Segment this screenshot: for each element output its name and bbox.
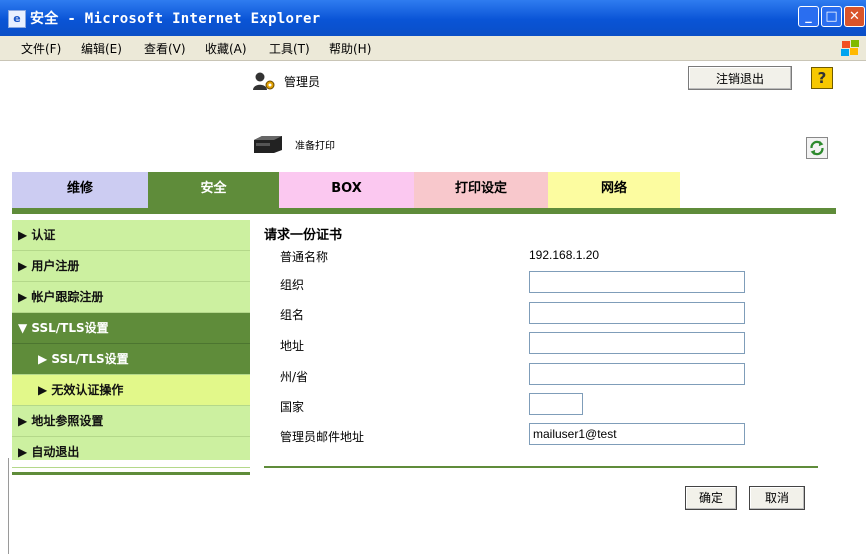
left-frame-edge [8, 458, 9, 554]
org-unit-input[interactable] [529, 302, 745, 324]
tab-network[interactable]: 网络 [548, 172, 680, 208]
country-label: 国家 [280, 400, 305, 414]
refresh-button[interactable] [806, 137, 828, 159]
state-input[interactable] [529, 363, 745, 385]
sidebar-subitem-ssl-tls-settings[interactable]: ▶ SSL/TLS设置 [12, 344, 250, 375]
form-divider [264, 466, 818, 468]
close-button[interactable]: ✕ [844, 6, 865, 27]
organization-label: 组织 [280, 278, 305, 292]
window-title: 安全 - Microsoft Internet Explorer [30, 11, 321, 27]
tab-print-settings[interactable]: 打印设定 [414, 172, 548, 208]
tab-underline [12, 208, 836, 214]
common-name-label: 普通名称 [280, 250, 329, 264]
ok-button[interactable]: 确定 [685, 486, 737, 510]
menu-file[interactable]: 文件(F) [21, 40, 61, 57]
maximize-button[interactable]: □ [821, 6, 842, 27]
title-bar: e 安全 - Microsoft Internet Explorer _ □ ✕ [0, 0, 866, 36]
menu-tools[interactable]: 工具(T) [269, 40, 310, 57]
menu-edit[interactable]: 编辑(E) [81, 40, 122, 57]
sidebar-item-authentication[interactable]: ▶ 认证 [12, 220, 250, 251]
tab-maintenance[interactable]: 维修 [12, 172, 148, 208]
page-content: 管理员 注销退出 ? 准备打印 维修 安全 BOX 打印设定 网络 ▶ 认证 ▶… [0, 61, 866, 554]
admin-email-input[interactable]: mailuser1@test [529, 423, 745, 445]
help-button[interactable]: ? [811, 67, 833, 89]
sidebar: ▶ 认证 ▶ 用户注册 ▶ 帐户跟踪注册 ▼ SSL/TLS设置 ▶ SSL/T… [12, 220, 250, 468]
admin-label: 管理员 [284, 75, 321, 89]
menu-view[interactable]: 查看(V) [144, 40, 186, 57]
sidebar-item-user-registration[interactable]: ▶ 用户注册 [12, 251, 250, 282]
form-heading: 请求一份证书 [264, 228, 343, 243]
org-unit-label: 组名 [280, 308, 305, 322]
cancel-button[interactable]: 取消 [749, 486, 805, 510]
menu-favorites[interactable]: 收藏(A) [205, 40, 247, 57]
organization-input[interactable] [529, 271, 745, 293]
sidebar-item-auto-logout[interactable]: ▶ 自动退出 [12, 437, 250, 468]
windows-logo-icon [840, 39, 860, 57]
tab-box[interactable]: BOX [279, 172, 414, 208]
sidebar-item-address-reference[interactable]: ▶ 地址参照设置 [12, 406, 250, 437]
sidebar-subitem-invalid-cert-action[interactable]: ▶ 无效认证操作 [12, 375, 250, 406]
address-input[interactable] [529, 332, 745, 354]
sidebar-item-ssl-tls[interactable]: ▼ SSL/TLS设置 [12, 313, 250, 344]
tab-security[interactable]: 安全 [148, 172, 279, 208]
sidebar-item-account-track[interactable]: ▶ 帐户跟踪注册 [12, 282, 250, 313]
logout-button[interactable]: 注销退出 [688, 66, 792, 90]
minimize-button[interactable]: _ [798, 6, 819, 27]
printer-status: 准备打印 [295, 141, 335, 152]
admin-icon [253, 72, 275, 90]
printer-icon [254, 136, 282, 153]
state-label: 州/省 [280, 370, 309, 384]
admin-email-label: 管理员邮件地址 [280, 430, 365, 444]
address-label: 地址 [280, 339, 305, 353]
ie-page-icon: e [8, 10, 26, 28]
sidebar-bottom-divider [12, 472, 250, 475]
menu-bar: 文件(F) 编辑(E) 查看(V) 收藏(A) 工具(T) 帮助(H) [0, 36, 866, 61]
common-name-value: 192.168.1.20 [529, 248, 600, 262]
country-input[interactable] [529, 393, 583, 415]
menu-help[interactable]: 帮助(H) [329, 40, 371, 57]
